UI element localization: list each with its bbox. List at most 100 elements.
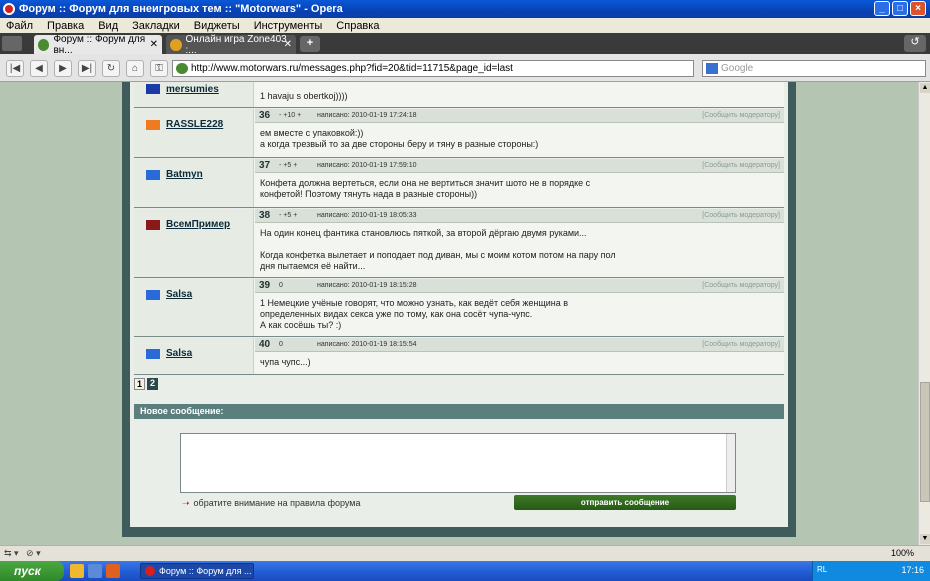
username-link[interactable]: mersumies (166, 84, 219, 95)
username-link[interactable]: RASSLE228 (166, 119, 223, 130)
report-link[interactable]: [Сообщить модератору] (702, 112, 780, 119)
reload-button[interactable]: ↻ (102, 60, 120, 77)
new-message-form: ➝ обратите внимание на правила форума отп… (134, 419, 784, 523)
back-button[interactable]: ◀ (30, 60, 48, 77)
opera-icon (3, 3, 15, 15)
post-date: написано: 2010-01-19 18:05:33 (317, 212, 417, 219)
menu-widgets[interactable]: Виджеты (194, 20, 240, 32)
search-field[interactable]: Google (702, 60, 926, 77)
post-meta: 37 - +5 + написано: 2010-01-19 17:59:10 … (255, 159, 784, 173)
user-flag-icon (146, 220, 160, 230)
textarea-scrollbar[interactable] (726, 434, 735, 492)
post-date: написано: 2010-01-19 17:24:18 (317, 112, 417, 119)
taskbar: пуск Форум :: Форум для ... RL 17:16 (0, 561, 930, 581)
user-flag-icon (146, 290, 160, 300)
language-indicator[interactable]: RL (817, 565, 827, 574)
message-textarea[interactable] (180, 433, 736, 493)
username-link[interactable]: Batmyn (166, 169, 203, 180)
post-rating[interactable]: - +10 + (279, 112, 301, 119)
quick-launch (70, 564, 120, 578)
forward-button[interactable]: ▶ (54, 60, 72, 77)
scroll-down-icon[interactable]: ▼ (920, 534, 930, 544)
close-button[interactable]: × (910, 1, 926, 16)
tab-bar: Форум :: Форум для вн... ✕ Онлайн игра Z… (0, 33, 930, 56)
user-flag-icon (146, 349, 160, 359)
report-link[interactable]: [Сообщить модератору] (702, 212, 780, 219)
post-author: RASSLE228 (134, 109, 254, 157)
forum-post: Salsa 40 0 написано: 2010-01-19 18:15:54… (134, 338, 784, 375)
desktop-icon[interactable] (88, 564, 102, 578)
report-link[interactable]: [Сообщить модератору] (702, 341, 780, 348)
restore-button[interactable]: □ (892, 1, 908, 16)
username-link[interactable]: ВсемПример (166, 219, 230, 230)
post-author: Salsa (134, 279, 254, 336)
post-number: 39 (259, 280, 271, 291)
send-message-button[interactable]: отправить сообщение (514, 495, 736, 510)
taskbar-window-opera[interactable]: Форум :: Форум для ... (140, 563, 254, 579)
new-tab-button[interactable]: + (300, 36, 320, 52)
system-tray: RL 17:16 (812, 561, 930, 581)
window-title: Форум :: Форум для внеигровых тем :: "Mo… (19, 3, 343, 15)
status-bar: ⇆ ▾ ⊘ ▾ 100% (0, 545, 930, 561)
post-body: 1 havaju s obertkoj)))) (260, 91, 348, 101)
forum-content: mersumies 1 havaju s obertkoj)))) RASSLE… (130, 82, 788, 527)
post-number: 40 (259, 339, 271, 350)
radiation-icon (170, 38, 182, 51)
post-body: ем вместе с упаковкой:)) а когда трезвый… (260, 128, 539, 149)
post-body: Конфета должна вертеться, если она не ве… (260, 178, 591, 199)
post-body: На один конец фантика становлюсь пяткой,… (260, 228, 616, 271)
closed-tabs-icon[interactable]: ↺ (904, 35, 926, 52)
forum-post: ВсемПример 38 - +5 + написано: 2010-01-1… (134, 209, 784, 278)
home-button[interactable]: ⌂ (126, 60, 144, 77)
address-field[interactable]: http://www.motorwars.ru/messages.php?fid… (172, 60, 694, 77)
tab-close-icon[interactable]: ✕ (150, 39, 158, 50)
post-rating: 0 (279, 341, 283, 348)
pagination: 1 2 (134, 378, 158, 390)
rules-link[interactable]: обратите внимание на правила форума (194, 498, 361, 508)
status-icons[interactable]: ⇆ ▾ ⊘ ▾ (4, 548, 41, 559)
google-icon (706, 63, 718, 74)
post-date: написано: 2010-01-19 18:15:28 (317, 282, 417, 289)
menu-tools[interactable]: Инструменты (254, 20, 323, 32)
post-rating[interactable]: - +5 + (279, 212, 297, 219)
tab-close-icon[interactable]: ✕ (284, 39, 292, 50)
menu-edit[interactable]: Правка (47, 20, 84, 32)
menu-view[interactable]: Вид (98, 20, 118, 32)
post-rating[interactable]: - +5 + (279, 162, 297, 169)
tab-zone403[interactable]: Онлайн игра Zone403 :... ✕ (166, 34, 296, 56)
menu-file[interactable]: Файл (6, 20, 33, 32)
report-link[interactable]: [Сообщить модератору] (702, 162, 780, 169)
new-message-heading: Новое сообщение: (134, 404, 784, 419)
menu-bookmarks[interactable]: Закладки (132, 20, 180, 32)
security-icon[interactable]: ⚿ (150, 60, 168, 77)
firefox-icon[interactable] (106, 564, 120, 578)
post-body: чупа чупс...) (260, 357, 311, 367)
start-button[interactable]: пуск (0, 561, 64, 581)
report-link[interactable]: [Сообщить модератору] (702, 282, 780, 289)
forum-post: Salsa 39 0 написано: 2010-01-19 18:15:28… (134, 279, 784, 337)
post-author: Salsa (134, 338, 254, 374)
tab-forum[interactable]: Форум :: Форум для вн... ✕ (34, 34, 162, 56)
vertical-scrollbar[interactable]: ▲ ▼ (918, 82, 930, 545)
scroll-up-icon[interactable]: ▲ (920, 83, 930, 93)
page-2-link[interactable]: 2 (147, 378, 158, 390)
rewind-button[interactable]: |◀ (6, 60, 24, 77)
forum-post: Batmyn 37 - +5 + написано: 2010-01-19 17… (134, 159, 784, 208)
folder-icon[interactable] (70, 564, 84, 578)
minimize-button[interactable]: _ (874, 1, 890, 16)
post-meta: 39 0 написано: 2010-01-19 18:15:28 [Сооб… (255, 279, 784, 293)
taskbar-window-label: Форум :: Форум для ... (159, 566, 252, 576)
post-number: 36 (259, 110, 271, 121)
menu-help[interactable]: Справка (336, 20, 379, 32)
username-link[interactable]: Salsa (166, 348, 192, 359)
scroll-thumb[interactable] (920, 382, 930, 502)
fast-forward-button[interactable]: ▶| (78, 60, 96, 77)
post-meta: 36 - +10 + написано: 2010-01-19 17:24:18… (255, 109, 784, 123)
rules-notice: ➝ обратите внимание на правила форума (182, 498, 361, 509)
zoom-level[interactable]: 100% (891, 548, 914, 558)
forum-post: mersumies 1 havaju s obertkoj)))) (134, 82, 784, 108)
title-bar: Форум :: Форум для внеигровых тем :: "Mo… (0, 0, 930, 18)
panel-toggle-button[interactable] (2, 36, 22, 51)
username-link[interactable]: Salsa (166, 289, 192, 300)
forum-frame: mersumies 1 havaju s obertkoj)))) RASSLE… (122, 82, 796, 537)
